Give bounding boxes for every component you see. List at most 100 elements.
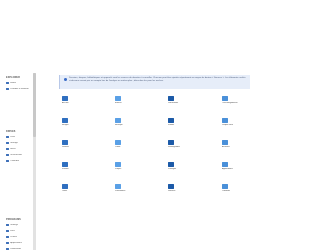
sidebar-item-label: Home — [10, 82, 17, 84]
source-tile[interactable]: Téléchargements — [222, 95, 252, 107]
source-tile[interactable]: Partagés — [168, 161, 198, 173]
folder-icon — [222, 96, 228, 101]
sidebar-item[interactable]: Settings — [6, 223, 33, 227]
source-tile[interactable]: Outils — [62, 183, 92, 195]
sidebar-item[interactable]: Music — [6, 147, 33, 151]
folder-icon — [6, 159, 9, 163]
sidebar-item-label: Music — [10, 148, 16, 150]
tile-label: Applications — [222, 168, 233, 170]
sidebar-item-label: Screenshots — [10, 154, 23, 156]
folder-icon — [115, 118, 121, 123]
source-tile[interactable]: Sauvegardes — [168, 139, 198, 151]
folder-icon — [168, 140, 174, 145]
sidebar: EXPLORER Home Portable & network DRIVES Driv… — [0, 73, 33, 251]
sidebar-item[interactable]: Calendar — [6, 159, 33, 163]
folder-icon — [6, 141, 9, 145]
sidebar-item[interactable]: Applications — [6, 241, 33, 245]
sidebar-section-header: PROGRAMS — [6, 218, 21, 221]
folder-icon — [115, 140, 121, 145]
tile-label: Téléchargements — [222, 102, 238, 104]
source-tile[interactable]: Bureau — [115, 95, 145, 107]
tile-label: Outils — [62, 190, 68, 192]
folder-icon — [168, 162, 174, 167]
tile-label: Documents — [168, 102, 179, 104]
source-tile[interactable]: Paramètres — [115, 183, 145, 195]
sidebar-section-header: EXPLORER — [6, 76, 20, 79]
sidebar-item[interactable]: Storage — [6, 141, 33, 145]
folder-icon — [115, 162, 121, 167]
sidebar-item-label: Settings — [10, 224, 19, 226]
tile-label: Favoris — [62, 168, 69, 170]
sidebar-scrollbar[interactable] — [33, 73, 36, 250]
folder-icon — [115, 96, 121, 101]
folder-icon — [6, 147, 9, 151]
folder-icon — [6, 87, 9, 91]
folder-icon — [222, 184, 228, 189]
sidebar-item-label: Files — [10, 230, 15, 232]
sidebar-item-label: Photos — [10, 236, 17, 238]
tile-label: Partagés — [168, 168, 177, 170]
sidebar-item[interactable]: Downloads — [6, 247, 33, 251]
sidebar-item-label: Portable & network — [10, 88, 29, 90]
source-tile[interactable]: Accueil — [62, 95, 92, 107]
folder-icon — [168, 184, 174, 189]
folder-icon — [6, 223, 9, 227]
source-tile[interactable]: Vidéos — [168, 117, 198, 129]
sidebar-section-header: DRIVES — [6, 130, 16, 133]
tile-label: Projets — [115, 168, 122, 170]
sidebar-item[interactable]: Files — [6, 229, 33, 233]
sidebar-item[interactable]: Portable & network — [6, 87, 33, 91]
sidebar-item[interactable]: Photos — [6, 235, 33, 239]
folder-icon — [6, 135, 9, 139]
source-tile[interactable]: Favoris — [62, 161, 92, 173]
info-text: Dossiers, disques, bibliothèques et appa… — [69, 77, 246, 82]
tile-label: Images — [62, 124, 69, 126]
tile-label: Corbeille — [222, 190, 230, 192]
info-icon — [64, 78, 67, 81]
source-tile[interactable]: Réseau — [62, 139, 92, 151]
tile-label: Réseau — [62, 146, 69, 148]
folder-icon — [62, 118, 68, 123]
source-tile[interactable]: Applications — [222, 161, 252, 173]
folder-icon — [6, 229, 9, 233]
folder-icon — [6, 81, 9, 85]
sidebar-item-label: Storage — [10, 142, 18, 144]
source-tile[interactable]: Corbeille — [222, 183, 252, 195]
tile-label: Cloud — [115, 146, 121, 148]
sidebar-item-label: Applications — [10, 242, 22, 244]
folder-icon — [62, 162, 68, 167]
tile-label: Archives — [222, 146, 230, 148]
folder-icon — [6, 153, 9, 157]
source-tile[interactable]: Musique — [115, 117, 145, 129]
source-tile[interactable]: Documents — [168, 95, 198, 107]
folder-icon — [115, 184, 121, 189]
sidebar-item[interactable]: Home — [6, 81, 33, 85]
scrollbar-thumb[interactable] — [33, 73, 36, 137]
folder-icon — [6, 235, 9, 239]
sidebar-item[interactable]: Screenshots — [6, 153, 33, 157]
folder-icon — [62, 140, 68, 145]
folder-icon — [222, 162, 228, 167]
tile-label: Paramètres — [115, 190, 126, 192]
tile-label: Vidéos — [168, 124, 175, 126]
sidebar-item-label: Calendar — [10, 160, 20, 162]
source-tile[interactable]: Disque local — [222, 117, 252, 129]
sidebar-item[interactable]: Drive — [6, 135, 33, 139]
tile-label: Disque local — [222, 124, 233, 126]
source-tile[interactable]: Cloud — [115, 139, 145, 151]
folder-icon — [168, 96, 174, 101]
tile-label: Récents — [168, 190, 176, 192]
tile-label: Accueil — [62, 102, 69, 104]
source-tile[interactable]: Archives — [222, 139, 252, 151]
folder-icon — [62, 184, 68, 189]
source-tile[interactable]: Récents — [168, 183, 198, 195]
folder-icon — [222, 118, 228, 123]
sidebar-item-label: Drive — [10, 136, 16, 138]
folder-icon — [222, 140, 228, 145]
info-banner: Dossiers, disques, bibliothèques et appa… — [59, 75, 250, 89]
source-tile[interactable]: Images — [62, 117, 92, 129]
folder-icon — [62, 96, 68, 101]
folder-icon — [168, 118, 174, 123]
source-tile[interactable]: Projets — [115, 161, 145, 173]
tile-label: Musique — [115, 124, 123, 126]
